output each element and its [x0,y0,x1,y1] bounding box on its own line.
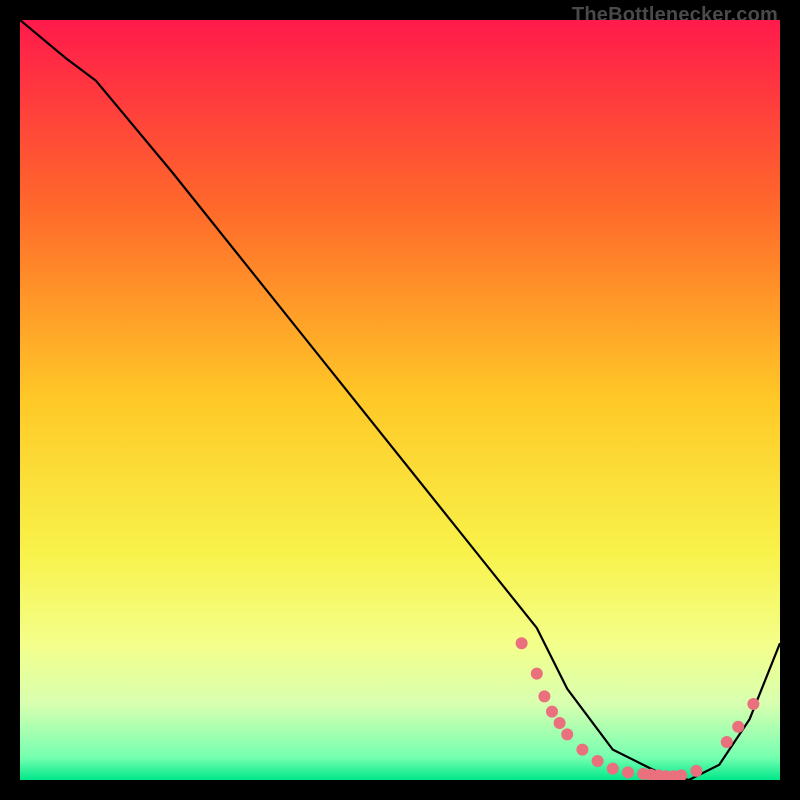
data-marker [554,717,566,729]
data-marker [516,637,528,649]
data-marker [732,721,744,733]
data-marker [747,698,759,710]
bottleneck-chart [20,20,780,780]
data-marker [592,755,604,767]
data-marker [690,765,702,777]
data-marker [721,736,733,748]
data-marker [576,744,588,756]
data-marker [607,763,619,775]
gradient-bg [20,20,780,780]
data-marker [531,668,543,680]
data-marker [538,690,550,702]
data-marker [546,706,558,718]
data-marker [622,766,634,778]
data-marker [561,728,573,740]
